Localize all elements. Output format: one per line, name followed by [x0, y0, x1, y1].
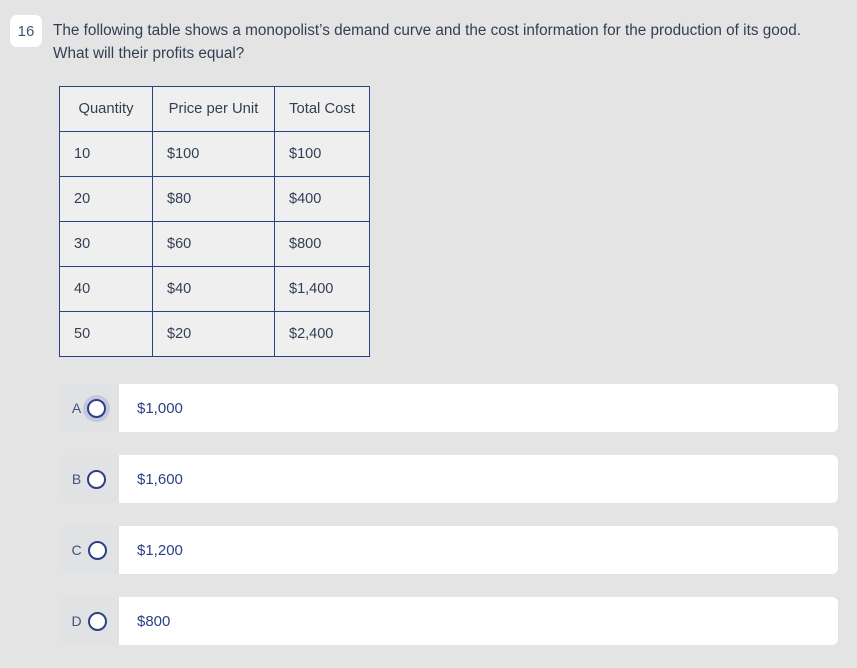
question-block: 16 The following table shows a monopolis… — [0, 0, 857, 65]
cell-total-cost: $1,400 — [274, 266, 370, 312]
cell-quantity: 50 — [59, 311, 153, 357]
table-row: 20 $80 $400 — [59, 176, 370, 222]
cell-quantity: 30 — [59, 221, 153, 267]
answer-option-b[interactable]: B $1,600 — [59, 455, 838, 503]
cell-total-cost: $800 — [274, 221, 370, 267]
question-number-badge: 16 — [10, 15, 42, 47]
option-prefix-d[interactable]: D — [59, 597, 119, 645]
radio-button-a[interactable] — [87, 398, 107, 418]
question-text: The following table shows a monopolist’s… — [53, 22, 801, 62]
answer-options-list: A $1,000 B $1,600 C $1,200 D $800 — [59, 384, 838, 668]
radio-button-d[interactable] — [87, 611, 107, 631]
cell-price: $100 — [152, 131, 275, 177]
table-row: 50 $20 $2,400 — [59, 311, 370, 357]
column-header-quantity: Quantity — [59, 86, 153, 132]
cell-quantity: 10 — [59, 131, 153, 177]
cell-total-cost: $400 — [274, 176, 370, 222]
option-prefix-c[interactable]: C — [59, 526, 119, 574]
option-letter-a: A — [71, 400, 82, 416]
option-letter-b: B — [71, 471, 82, 487]
radio-button-b[interactable] — [87, 469, 107, 489]
table-header-row: Quantity Price per Unit Total Cost — [59, 86, 370, 132]
cell-price: $60 — [152, 221, 275, 267]
answer-option-c[interactable]: C $1,200 — [59, 526, 838, 574]
cell-quantity: 40 — [59, 266, 153, 312]
option-value-c: $1,200 — [137, 541, 183, 559]
cell-price: $20 — [152, 311, 275, 357]
column-header-total-cost: Total Cost — [274, 86, 370, 132]
option-value-d: $800 — [137, 612, 171, 630]
table-row: 10 $100 $100 — [59, 131, 370, 177]
cell-total-cost: $2,400 — [274, 311, 370, 357]
option-letter-d: D — [71, 613, 82, 629]
cell-total-cost: $100 — [274, 131, 370, 177]
cell-quantity: 20 — [59, 176, 153, 222]
option-letter-c: C — [71, 542, 82, 558]
table-row: 40 $40 $1,400 — [59, 266, 370, 312]
cell-price: $80 — [152, 176, 275, 222]
answer-option-a[interactable]: A $1,000 — [59, 384, 838, 432]
option-prefix-b[interactable]: B — [59, 455, 119, 503]
option-prefix-a[interactable]: A — [59, 384, 119, 432]
option-value-b: $1,600 — [137, 470, 183, 488]
answer-option-d[interactable]: D $800 — [59, 597, 838, 645]
cell-price: $40 — [152, 266, 275, 312]
column-header-price-per-unit: Price per Unit — [152, 86, 275, 132]
table-body: 10 $100 $100 20 $80 $400 30 $60 $800 40 … — [59, 131, 370, 357]
table-row: 30 $60 $800 — [59, 221, 370, 267]
radio-button-c[interactable] — [87, 540, 107, 560]
option-value-a: $1,000 — [137, 399, 183, 417]
cost-data-table: Quantity Price per Unit Total Cost 10 $1… — [59, 86, 370, 357]
